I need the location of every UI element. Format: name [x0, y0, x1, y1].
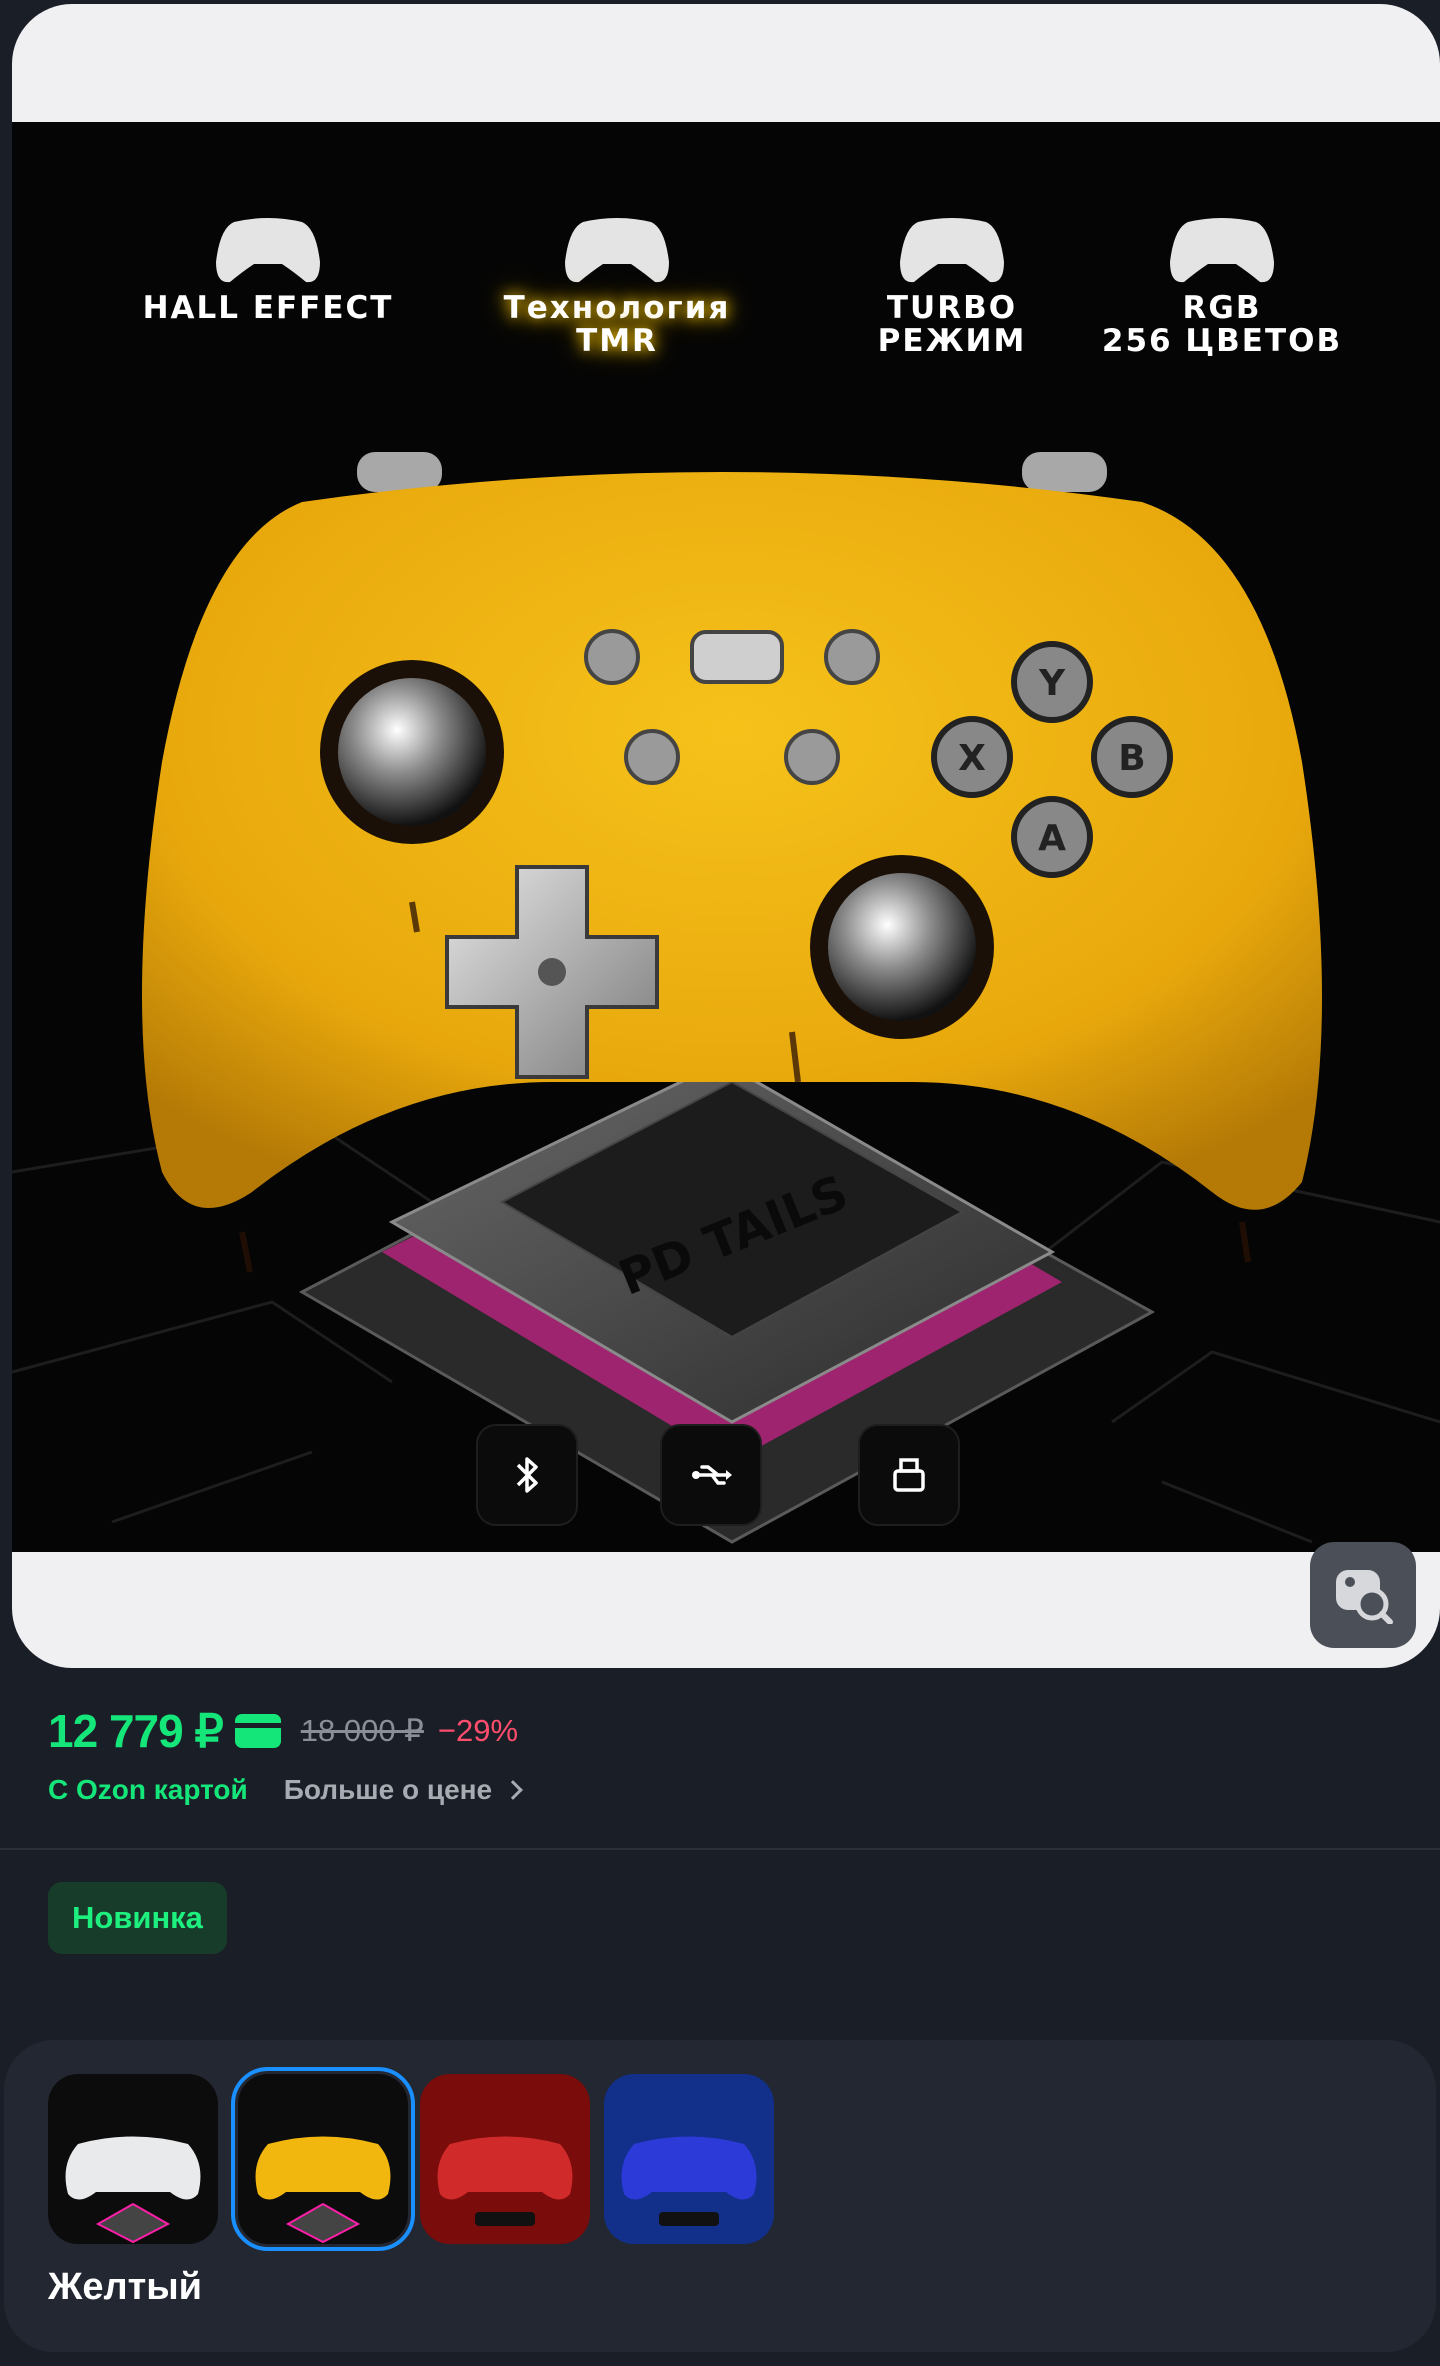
ozon-card-label: С Ozon картой: [48, 1774, 248, 1805]
gamepad-icon: [565, 218, 669, 283]
image-search-icon: [1336, 1570, 1393, 1624]
dongle-icon: [858, 1424, 960, 1526]
ozon-card-icon: [234, 1714, 281, 1748]
variant-thumb-red[interactable]: [420, 2074, 590, 2244]
current-price: 12 779 ₽: [48, 1705, 224, 1757]
face-button-a: A: [1038, 818, 1066, 859]
selected-variant-name: Желтый: [48, 2266, 203, 2308]
price-row: 12 779 ₽ 18 000 ₽ −29%: [48, 1704, 518, 1758]
product-image[interactable]: PD TAILS Y X B A HALL EFFECT Технология …: [12, 122, 1440, 1552]
face-button-y: Y: [1038, 663, 1066, 704]
image-search-button[interactable]: [1310, 1542, 1416, 1648]
variant-thumb-white[interactable]: [48, 2074, 218, 2244]
feature-tmr: Технология TMR: [467, 214, 767, 358]
gamepad-icon: [900, 218, 1004, 283]
bluetooth-icon: [476, 1424, 578, 1526]
more-about-price-link[interactable]: Больше о цене: [284, 1774, 492, 1806]
price-section: 12 779 ₽ 18 000 ₽ −29% С Ozon картой Бол…: [0, 1668, 1440, 2008]
feature-hall-effect: HALL EFFECT: [118, 214, 418, 325]
color-variants: Желтый: [4, 2040, 1436, 2352]
variant-thumb-yellow[interactable]: [231, 2067, 415, 2251]
feature-rgb: RGB 256 ЦВЕТОВ: [1072, 214, 1372, 358]
feature-turbo: TURBO РЕЖИМ: [802, 214, 1102, 358]
new-badge: Новинка: [48, 1882, 227, 1954]
divider: [0, 1848, 1440, 1850]
price-details: С Ozon картой Больше о цене: [48, 1774, 524, 1806]
gamepad-icon: [216, 218, 320, 283]
chevron-right-icon[interactable]: [503, 1780, 524, 1800]
old-price: 18 000 ₽: [300, 1713, 424, 1748]
usb-icon: [660, 1424, 762, 1526]
face-button-b: B: [1118, 738, 1145, 779]
variant-thumb-blue[interactable]: [604, 2074, 774, 2244]
face-button-x: X: [958, 738, 986, 779]
product-gallery[interactable]: PD TAILS Y X B A HALL EFFECT Технология …: [12, 4, 1440, 1668]
gamepad-icon: [1170, 218, 1274, 283]
discount-percent: −29%: [437, 1713, 519, 1748]
